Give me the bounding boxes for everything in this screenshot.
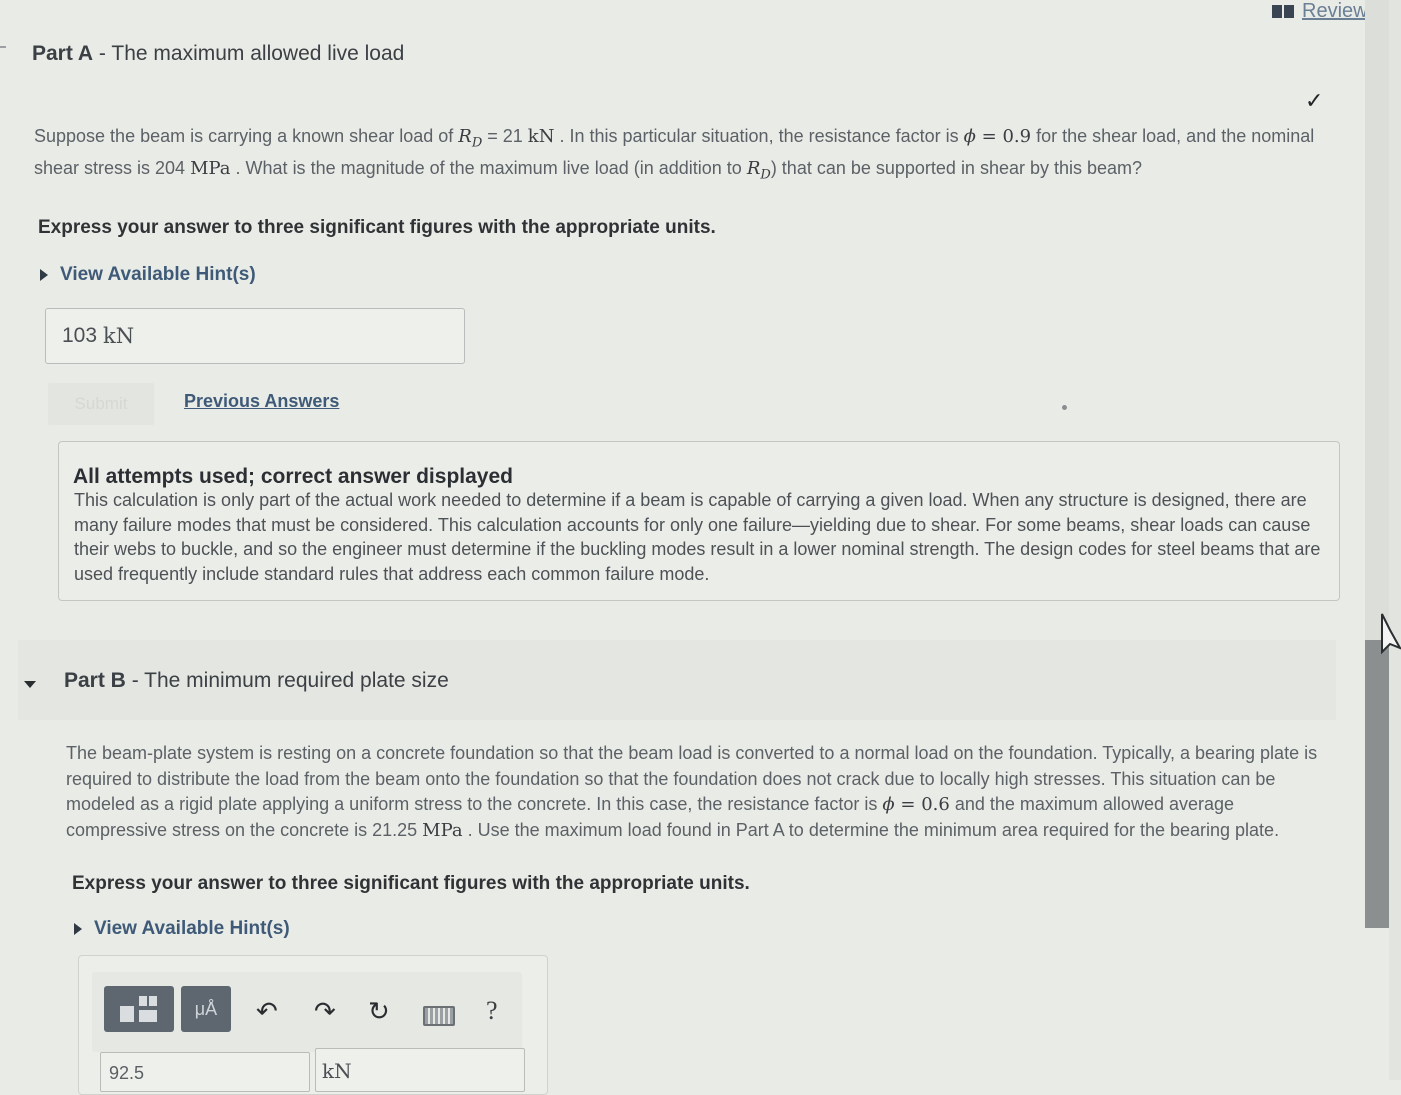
question-text: ) that can be supported in shear by this… [770,158,1143,179]
feedback-title: All attempts used; correct answer displa… [73,465,513,488]
math-var: R [746,158,761,180]
undo-icon[interactable]: ↶ [256,996,278,1027]
math-subscript: D [760,167,771,183]
previous-answers-link[interactable]: Previous Answers [184,391,339,412]
part-b-label: Part B [64,669,126,692]
reset-icon[interactable]: ↻ [368,996,390,1027]
book-icon [1272,5,1294,18]
part-b-title: - The minimum required plate size [131,669,449,692]
submit-button[interactable]: Submit [48,383,154,425]
math-phi: ϕ [963,126,976,147]
units-button[interactable]: μÅ [181,986,231,1032]
review-label: Review [1302,0,1368,22]
math-unit: MPa [422,819,463,841]
value-input[interactable]: 92.5 [100,1052,310,1092]
part-a-instruction: Express your answer to three significant… [38,217,716,238]
question-text: . Use the maximum load found in Part A t… [462,819,1280,840]
math-var: R [458,126,472,147]
hint-label: View Available Hint(s) [60,264,256,285]
math-phi: ϕ [882,794,895,815]
redo-icon[interactable]: ↷ [314,996,336,1027]
part-b-question: The beam-plate system is resting on a co… [66,741,1336,843]
math-value: = 0.6 [894,794,950,815]
part-a-title: - The maximum allowed live load [98,42,405,65]
part-b-hint-toggle[interactable]: View Available Hint(s) [74,918,290,940]
question-text: = 21 [482,126,528,146]
expand-triangle-icon [40,269,48,281]
question-text: . What is the magnitude of the maximum l… [230,158,747,179]
part-a-hint-toggle[interactable]: View Available Hint(s) [40,264,256,286]
left-edge-mark [0,46,6,48]
mouse-cursor-icon [1381,613,1401,655]
unit-input[interactable]: kN [315,1048,525,1092]
keyboard-icon[interactable] [423,1006,455,1026]
help-icon[interactable]: ? [486,996,498,1026]
part-b-instruction: Express your answer to three significant… [72,873,750,894]
dot-mark [1062,405,1067,410]
scrollbar-thumb[interactable] [1365,640,1389,928]
chevron-down-icon[interactable] [24,681,36,688]
math-unit: MPa [190,158,231,180]
answer-unit: kN [103,324,135,348]
feedback-body: This calculation is only part of the act… [74,490,1321,584]
part-a-label: Part A [32,42,94,65]
expand-triangle-icon [74,923,82,935]
window-edge [1389,0,1401,1080]
review-link[interactable]: Review [1272,0,1368,23]
part-a-header[interactable]: Part A - The maximum allowed live load [32,42,404,66]
templates-button[interactable] [104,986,174,1032]
templates-icon [120,996,157,1022]
question-text: Suppose the beam is carrying a known she… [34,126,459,146]
math-value: = 0.9 [975,126,1032,147]
answer-value: 103 [62,324,98,347]
math-unit: kN [527,126,555,147]
part-a-answer-field[interactable]: 103 kN [45,308,465,364]
part-b-header[interactable]: Part B - The minimum required plate size [64,669,449,693]
hint-label: View Available Hint(s) [94,918,290,939]
math-subscript: D [471,135,483,151]
checkmark-icon: ✓ [1305,88,1324,113]
part-a-question: Suppose the beam is carrying a known she… [34,124,1359,188]
question-text: . In this particular situation, the resi… [554,126,964,146]
